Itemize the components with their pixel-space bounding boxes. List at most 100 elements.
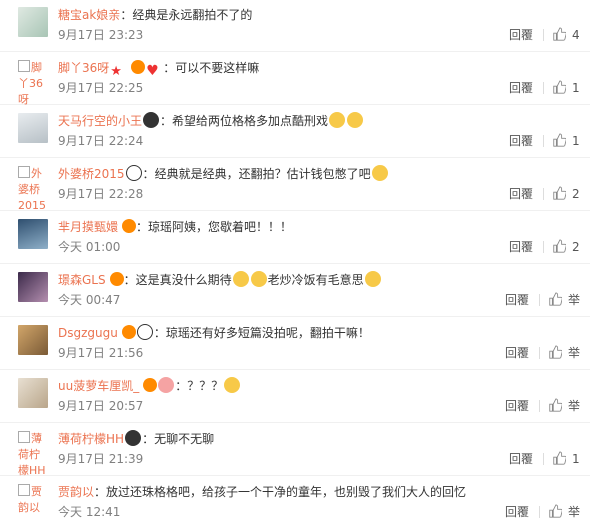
like-count: 1 (572, 81, 580, 95)
avatar[interactable]: 薄荷柠檬HH (18, 431, 50, 477)
username-link[interactable]: 贾韵以 (58, 485, 94, 499)
comment-time: 今天 12:41 (58, 505, 121, 519)
comment-row: 芈月摸甄嬛 ：琼瑶阿姨，您歇着吧！！！ 今天 01:00 回覆 2 (0, 212, 590, 264)
comment-row: uu菠萝车厘凯_：？？？ 9月17日 20:57 回覆举 (0, 371, 590, 423)
comment-time: 9月17日 22:24 (58, 134, 144, 148)
comment-row: 璟森GLS ：这是真没什么期待 老炒冷饭有毛意思 今天 00:47 回覆举 (0, 265, 590, 317)
avatar[interactable] (18, 325, 48, 355)
report-button[interactable]: 举 (568, 504, 580, 520)
thumbs-up-icon[interactable] (552, 451, 566, 465)
thumbs-up-icon[interactable] (548, 398, 562, 412)
like-count: 4 (572, 28, 580, 42)
reply-button[interactable]: 回覆 (509, 186, 533, 202)
baby-icon (158, 377, 175, 393)
report-button[interactable]: 举 (568, 292, 580, 308)
avatar[interactable] (18, 113, 48, 143)
avatar[interactable] (18, 272, 48, 302)
comment-text: 这是真没什么期待 (135, 273, 232, 287)
like-count: 2 (572, 187, 580, 201)
reply-button[interactable]: 回覆 (509, 27, 533, 43)
thumbs-up-icon[interactable] (552, 186, 566, 200)
comment-text: ？？？ (187, 379, 224, 393)
like-count: 2 (572, 240, 580, 254)
comment-text: 希望给两位格格多加点酷刑戏 (172, 114, 329, 128)
vip-badge-icon (121, 325, 136, 339)
reply-button[interactable]: 回覆 (505, 398, 529, 414)
vip-badge-icon (131, 60, 146, 74)
heart-icon: ♥ (146, 63, 159, 79)
comment-text: 无聊不无聊 (154, 432, 215, 446)
dizzy-emoji-icon (364, 271, 381, 287)
star-icon: ★ (110, 64, 122, 79)
shrug-emoji-icon (250, 271, 267, 287)
reply-button[interactable]: 回覆 (509, 239, 533, 255)
cry-laugh-emoji-icon (224, 377, 241, 393)
reply-button[interactable]: 回覆 (509, 80, 533, 96)
report-button[interactable]: 举 (568, 398, 580, 414)
username-link[interactable]: 脚丫36呀 (58, 61, 109, 75)
avatar[interactable]: 贾韵以 (18, 484, 50, 514)
reply-button[interactable]: 回覆 (509, 133, 533, 149)
smirk-emoji-icon (371, 165, 388, 181)
username-link[interactable]: 芈月摸甄嬛 (58, 220, 118, 234)
laugh-emoji-icon (347, 112, 364, 128)
username-link[interactable]: Dsgzgugu (58, 326, 118, 340)
vip-badge-icon (143, 378, 158, 392)
report-button[interactable]: 举 (568, 345, 580, 361)
comment-text: 可以不要这样嘛 (175, 61, 260, 75)
comment-row: 糖宝ak娘亲：经典是永远翻拍不了的 9月17日 23:23 回覆 4 (0, 0, 590, 52)
avatar[interactable]: 脚丫36呀 (18, 60, 50, 106)
comment-time: 9月17日 23:23 (58, 28, 144, 42)
comment-time: 今天 00:47 (58, 293, 121, 307)
like-count: 1 (572, 134, 580, 148)
avatar[interactable] (18, 219, 48, 249)
comment-text: 放过还珠格格吧，给孩子一个干净的童年，也别毁了我们大人的回忆 (106, 485, 467, 499)
comment-row: 外婆桥2015 外婆桥2015 ：经典就是经典，还翻拍？估计钱包憋了吧 9月17日… (0, 159, 590, 212)
thumbs-up-icon[interactable] (548, 292, 562, 306)
thumbs-up-icon[interactable] (548, 345, 562, 359)
comment-row: 薄荷柠檬HH 薄荷柠檬HH ：无聊不无聊 9月17日 21:39 回覆 1 (0, 424, 590, 477)
comment-time: 今天 01:00 (58, 240, 121, 254)
reply-button[interactable]: 回覆 (505, 292, 529, 308)
username-link[interactable]: 天马行空的小王 (58, 114, 142, 128)
thumbs-up-icon[interactable] (552, 27, 566, 41)
thumbs-up-icon[interactable] (548, 504, 562, 518)
reply-button[interactable]: 回覆 (505, 345, 529, 361)
sunglasses-icon (143, 112, 160, 128)
panda-icon (125, 165, 142, 181)
username-link[interactable]: 薄荷柠檬HH (58, 432, 124, 446)
username-link[interactable]: 外婆桥2015 (58, 167, 125, 181)
comment-row: Dsgzgugu ：琼瑶还有好多短篇没拍呢，翻拍干嘛！ 9月17日 21:56 回… (0, 318, 590, 370)
comment-time: 9月17日 20:57 (58, 399, 144, 413)
reply-button[interactable]: 回覆 (505, 504, 529, 520)
reply-button[interactable]: 回覆 (509, 451, 533, 467)
vip-badge-icon (122, 219, 137, 233)
panda-icon (136, 324, 153, 340)
comment-text: 经典是永远翻拍不了的 (132, 8, 253, 22)
avatar[interactable] (18, 378, 48, 408)
thumbs-up-icon[interactable] (552, 80, 566, 94)
comment-row: 脚丫36呀 脚丫36呀★ ♥ ：可以不要这样嘛 9月17日 22:25 回覆 1 (0, 53, 590, 106)
comment-text: 琼瑶还有好多短篇没拍呢，翻拍干嘛！ (165, 326, 370, 340)
shrug-emoji-icon (232, 271, 249, 287)
comment-time: 9月17日 22:25 (58, 81, 144, 95)
comment-time: 9月17日 21:56 (58, 346, 144, 360)
thumbs-up-icon[interactable] (552, 239, 566, 253)
comment-text: 琼瑶阿姨，您歇着吧！！！ (148, 220, 293, 234)
vip-badge-icon (109, 272, 124, 286)
comment-time: 9月17日 22:28 (58, 187, 144, 201)
avatar[interactable]: 外婆桥2015 (18, 166, 50, 212)
sunglasses-icon (125, 430, 142, 446)
username-link[interactable]: 璟森GLS (58, 273, 106, 287)
username-link[interactable]: uu菠萝车厘凯_ (58, 379, 139, 393)
comment-row: 天马行空的小王 ：希望给两位格格多加点酷刑戏 9月17日 22:24 回覆 1 (0, 106, 590, 158)
like-count: 1 (572, 452, 580, 466)
comment-time: 9月17日 21:39 (58, 452, 144, 466)
thumbs-up-icon[interactable] (552, 133, 566, 147)
avatar[interactable] (18, 7, 48, 37)
comment-row: 贾韵以 贾韵以：放过还珠格格吧，给孩子一个干净的童年，也别毁了我们大人的回忆 今… (18, 484, 580, 520)
laugh-emoji-icon (329, 112, 346, 128)
comment-text: 经典就是经典，还翻拍？估计钱包憋了吧 (154, 167, 371, 181)
comment-text-tail: 老炒冷饭有毛意思 (267, 273, 364, 287)
username-link[interactable]: 糖宝ak娘亲 (58, 8, 120, 22)
